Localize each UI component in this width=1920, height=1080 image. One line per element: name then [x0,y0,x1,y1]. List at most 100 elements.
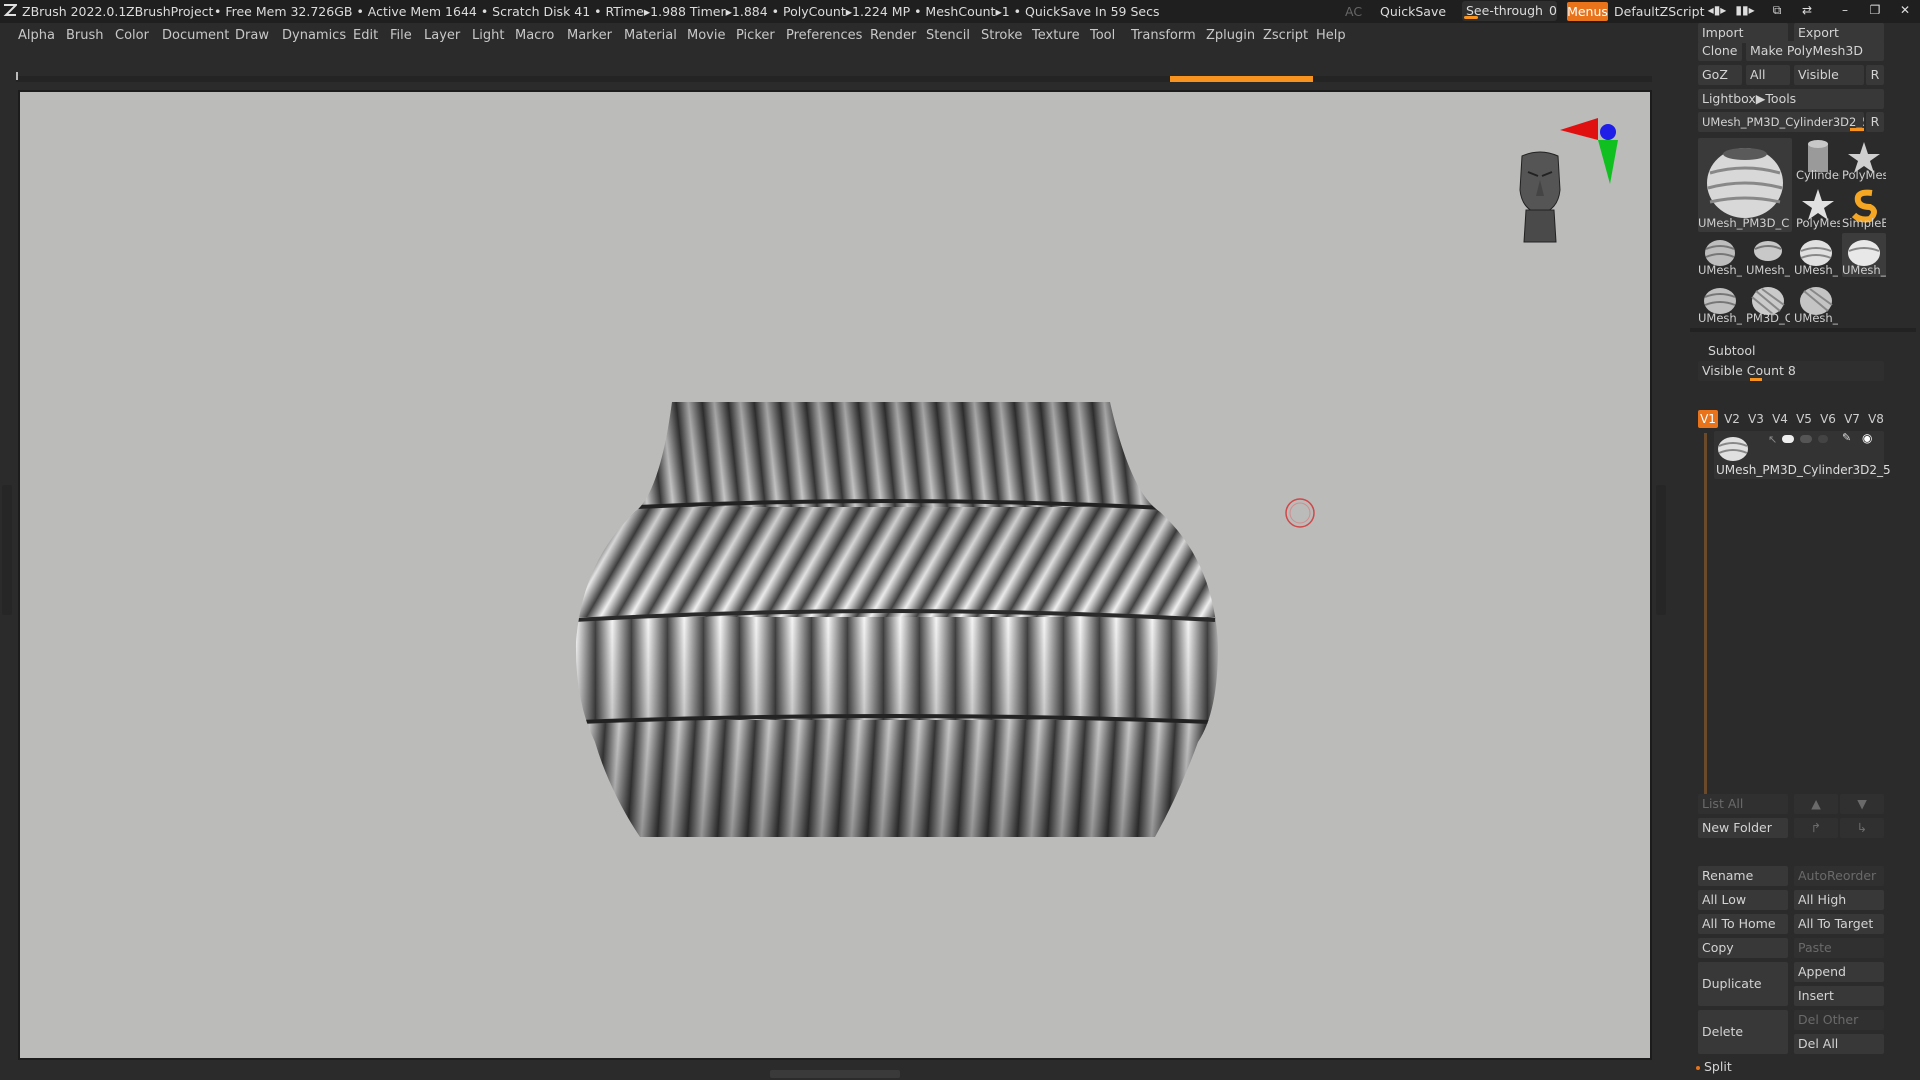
see-through-slider[interactable]: See-through 0 [1462,1,1557,21]
subtool-arrow-icon[interactable]: ↖ [1768,433,1777,446]
menu-zscript[interactable]: Zscript [1263,28,1308,43]
subtool-item[interactable]: ↖ ✎ ◉ UMesh_PM3D_Cylinder3D2_5 [1714,431,1891,479]
viewport[interactable] [20,92,1650,1058]
del-other-button[interactable]: Del Other [1794,1010,1884,1030]
menu-transform[interactable]: Transform [1131,28,1196,43]
all-low-button[interactable]: All Low [1698,890,1788,910]
tab-v6[interactable]: V6 [1818,410,1838,428]
subtool-visibility-eye-icon[interactable]: ◉ [1862,431,1872,445]
left-tray-toggle[interactable] [2,485,12,615]
copy-button[interactable]: Copy [1698,938,1788,958]
menu-texture[interactable]: Texture [1032,28,1080,43]
menu-material[interactable]: Material [624,28,677,43]
menu-document[interactable]: Document [162,28,229,43]
document-canvas[interactable] [20,92,1650,1058]
shelf-track[interactable] [16,76,1652,82]
tab-v7[interactable]: V7 [1842,410,1862,428]
menu-preferences[interactable]: Preferences [786,28,862,43]
goz-r-button[interactable]: R [1866,65,1884,85]
menus-toggle-button[interactable]: Menus [1567,2,1608,21]
menu-light[interactable]: Light [472,28,504,43]
subtool-polypaint-icon[interactable] [1800,435,1812,443]
menu-color[interactable]: Color [115,28,149,43]
ui-swap-icon[interactable]: ⇄ [1796,3,1818,19]
menu-alpha[interactable]: Alpha [18,28,55,43]
menu-help[interactable]: Help [1316,28,1346,43]
current-tool-slider[interactable]: UMesh_PM3D_Cylinder3D2_5 [1698,112,1864,132]
sculpted-vase-mesh[interactable] [560,397,1240,842]
move-down-icon[interactable]: ▼ [1840,794,1884,814]
menu-file[interactable]: File [390,28,412,43]
menu-macro[interactable]: Macro [515,28,554,43]
export-button[interactable]: Export [1794,23,1884,43]
menu-dynamics[interactable]: Dynamics [282,28,346,43]
zbrush-logo-icon [3,4,17,16]
delete-button[interactable]: Delete [1698,1010,1788,1054]
folder-return-icon[interactable]: ↳ [1840,818,1884,838]
subtool-list-scrollbar[interactable] [1704,433,1707,811]
all-to-target-button[interactable]: All To Target [1794,914,1884,934]
menu-layer[interactable]: Layer [424,28,460,43]
autoreorder-button[interactable]: AutoReorder [1794,866,1884,886]
menu-picker[interactable]: Picker [736,28,775,43]
lightbox-tools-button[interactable]: Lightbox▶Tools [1698,89,1884,109]
new-folder-button[interactable]: New Folder [1698,818,1788,838]
menu-zplugin[interactable]: Zplugin [1206,28,1255,43]
duplicate-button[interactable]: Duplicate [1698,962,1788,1006]
default-zscript-button[interactable]: DefaultZScript [1614,4,1705,19]
goz-visible-button[interactable]: Visible [1794,65,1864,85]
project-name[interactable]: ZBrushProject [126,4,213,19]
insert-button[interactable]: Insert [1794,986,1884,1006]
make-polymesh-button[interactable]: Make PolyMesh3D [1746,41,1884,61]
tab-v4[interactable]: V4 [1770,410,1790,428]
menu-stroke[interactable]: Stroke [981,28,1022,43]
append-button[interactable]: Append [1794,962,1884,982]
clone-button[interactable]: Clone [1698,41,1742,61]
tab-v3[interactable]: V3 [1746,410,1766,428]
bottom-tray-toggle[interactable] [770,1070,900,1078]
paste-button[interactable]: Paste [1794,938,1884,958]
rename-button[interactable]: Rename [1698,866,1788,886]
menu-brush[interactable]: Brush [66,28,104,43]
menu-movie[interactable]: Movie [687,28,725,43]
navigation-head-icon[interactable] [1519,151,1561,243]
menu-tool[interactable]: Tool [1090,28,1115,43]
menu-draw[interactable]: Draw [235,28,269,43]
folder-forward-icon[interactable]: ↱ [1794,818,1838,838]
subtool-brush-icon[interactable]: ✎ [1842,431,1851,444]
tab-v8[interactable]: V8 [1866,410,1886,428]
layout-right-icon[interactable]: ▮▮▸ [1734,3,1756,19]
goz-all-button[interactable]: All [1746,65,1790,85]
right-tray-toggle[interactable] [1656,485,1666,615]
tab-v1[interactable]: V1 [1698,410,1718,428]
list-all-button[interactable]: List All [1698,794,1788,814]
menu-edit[interactable]: Edit [353,28,378,43]
subtool-title[interactable]: Subtool [1708,343,1755,358]
all-to-home-button[interactable]: All To Home [1698,914,1788,934]
restore-icon[interactable]: ❐ [1864,3,1886,19]
close-icon[interactable]: ✕ [1894,3,1916,19]
tab-v2[interactable]: V2 [1722,410,1742,428]
split-section-title[interactable]: Split [1704,1059,1732,1074]
mesh-label-3: UMesh_ [1794,263,1838,277]
axis-gizmo-icon[interactable] [1560,118,1618,184]
ac-indicator[interactable]: AC [1345,4,1362,19]
menu-render[interactable]: Render [870,28,916,43]
move-up-icon[interactable]: ▲ [1794,794,1838,814]
all-high-button[interactable]: All High [1794,890,1884,910]
import-button[interactable]: Import [1698,23,1788,43]
layout-left-icon[interactable]: ◂▮▸ [1706,3,1728,19]
quicksave-button[interactable]: QuickSave [1380,4,1446,19]
active-tool-label: UMesh_PM3D_C [1698,216,1790,230]
tool-r-button[interactable]: R [1866,112,1884,132]
menu-stencil[interactable]: Stencil [926,28,970,43]
subtool-dynamic-toggle-icon[interactable] [1782,435,1794,443]
ui-layout-icon[interactable]: ⧉ [1766,3,1788,19]
tab-v5[interactable]: V5 [1794,410,1814,428]
del-all-button[interactable]: Del All [1794,1034,1884,1054]
minimize-icon[interactable]: – [1834,3,1856,19]
subtool-solo-icon[interactable] [1818,435,1828,443]
goz-button[interactable]: GoZ [1698,65,1742,85]
visible-count-slider[interactable]: Visible Count 8 [1698,361,1884,381]
menu-marker[interactable]: Marker [567,28,612,43]
